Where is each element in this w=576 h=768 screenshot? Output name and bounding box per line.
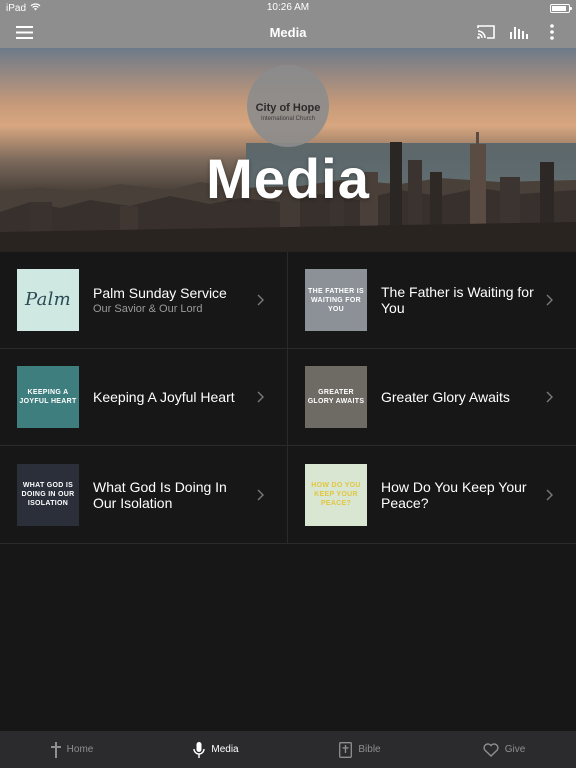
- status-right: [550, 3, 572, 13]
- chevron-right-icon: [257, 489, 264, 500]
- nav-bar: Media: [0, 16, 576, 48]
- tab-label: Give: [504, 744, 526, 755]
- battery-icon: [550, 3, 572, 13]
- media-item-title: The Father is Waiting for You: [381, 284, 534, 316]
- chevron-right-icon: [546, 489, 553, 500]
- thumbnail-text: Palm: [24, 289, 72, 310]
- thumbnail-text: GREATER GLORY AWAITS: [307, 389, 365, 405]
- microphone-icon: [193, 741, 206, 758]
- chevron-right-icon: [546, 294, 553, 306]
- media-thumbnail: HOW DO YOU KEEP YOUR PEACE?: [305, 463, 367, 526]
- chevron-right-icon: [257, 391, 264, 403]
- heart-icon: [483, 742, 499, 757]
- tab-bible[interactable]: Bible: [288, 731, 432, 768]
- media-item-isolation[interactable]: WHAT GOD IS DOING IN OUR ISOLATION What …: [0, 446, 288, 544]
- media-item-title: Keeping A Joyful Heart: [93, 389, 235, 405]
- media-item-palm-sunday[interactable]: Palm Palm Sunday Service Our Savior & Ou…: [0, 252, 288, 349]
- media-item-joyful-heart[interactable]: KEEPING A JOYFUL HEART Keeping A Joyful …: [0, 349, 288, 446]
- tab-give[interactable]: Give: [432, 731, 576, 768]
- logo-title: City of Hope: [255, 102, 321, 114]
- audio-bars-icon: [510, 27, 528, 39]
- status-bar: iPad 10:26 AM: [0, 0, 576, 16]
- tab-label: Home: [66, 744, 94, 755]
- chevron-right-icon: [546, 391, 553, 403]
- media-item-text: How Do You Keep Your Peace?: [381, 479, 541, 511]
- media-item-title: What God Is Doing In Our Isolation: [93, 478, 227, 511]
- status-time: 10:26 AM: [266, 2, 310, 13]
- media-grid: Palm Palm Sunday Service Our Savior & Ou…: [0, 252, 576, 544]
- media-item-text: Greater Glory Awaits: [381, 389, 541, 405]
- media-item-text: The Father is Waiting for You: [381, 284, 541, 316]
- more-vertical-icon: [550, 24, 554, 40]
- battery-level: [552, 5, 566, 11]
- media-item-text: Keeping A Joyful Heart: [93, 389, 253, 405]
- thumbnail-text: THE FATHER IS WAITING FOR YOU: [308, 287, 364, 313]
- media-item-greater-glory[interactable]: GREATER GLORY AWAITS Greater Glory Await…: [288, 349, 576, 446]
- thumbnail-text: KEEPING A JOYFUL HEART: [19, 389, 77, 405]
- tab-label: Bible: [358, 744, 381, 755]
- media-thumbnail: THE FATHER IS WAITING FOR YOU: [305, 269, 367, 331]
- chevron-right-icon: [257, 294, 264, 306]
- logo-subtitle: International Church: [260, 116, 316, 122]
- tab-media[interactable]: Media: [144, 731, 288, 768]
- hero-title: Media: [206, 147, 370, 210]
- media-item-title: How Do You Keep Your Peace?: [381, 478, 527, 511]
- thumbnail-text: HOW DO YOU KEEP YOUR PEACE?: [311, 482, 361, 507]
- more-button[interactable]: [538, 16, 566, 48]
- media-item-title: Greater Glory Awaits: [381, 389, 510, 405]
- media-item-father-waiting[interactable]: THE FATHER IS WAITING FOR YOU The Father…: [288, 252, 576, 349]
- media-thumbnail: WHAT GOD IS DOING IN OUR ISOLATION: [17, 463, 79, 526]
- church-logo: City of Hope International Church: [247, 65, 329, 147]
- cast-icon: [477, 25, 495, 39]
- audio-button[interactable]: [503, 16, 535, 48]
- media-item-subtitle: Our Savior & Our Lord: [93, 303, 203, 315]
- media-item-text: What God Is Doing In Our Isolation: [93, 479, 253, 511]
- media-thumbnail: KEEPING A JOYFUL HEART: [17, 366, 79, 428]
- cast-button[interactable]: [470, 16, 502, 48]
- media-item-keep-peace[interactable]: HOW DO YOU KEEP YOUR PEACE? How Do You K…: [288, 446, 576, 544]
- bible-icon: [339, 741, 353, 758]
- cross-icon: [50, 741, 61, 758]
- tab-bar: Home Media Bible Give: [0, 731, 576, 768]
- tab-label: Media: [211, 744, 239, 755]
- media-thumbnail: Palm: [17, 269, 79, 331]
- media-thumbnail: GREATER GLORY AWAITS: [305, 366, 367, 428]
- thumbnail-text: WHAT GOD IS DOING IN OUR ISOLATION: [21, 482, 75, 507]
- app-screen: iPad 10:26 AM Media City of Hope Interna…: [0, 0, 576, 768]
- hero-banner: City of Hope International Church Media: [0, 48, 576, 252]
- media-item-title: Palm Sunday Service: [93, 285, 227, 301]
- media-item-text: Palm Sunday Service Our Savior & Our Lor…: [93, 285, 253, 315]
- tab-home[interactable]: Home: [0, 731, 144, 768]
